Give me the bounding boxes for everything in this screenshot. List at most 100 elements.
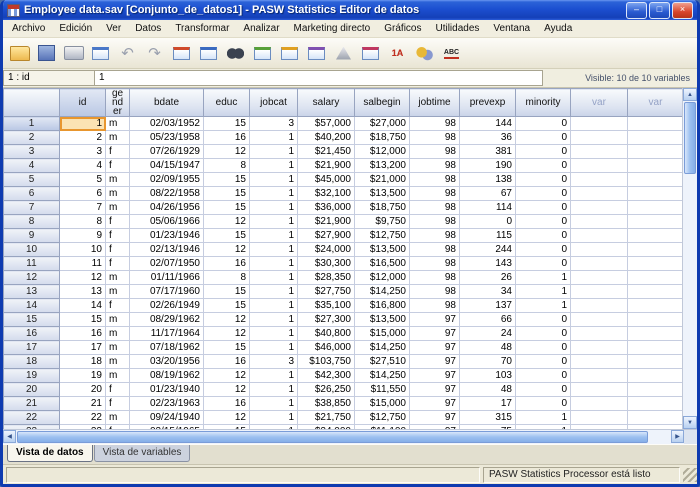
cell[interactable] xyxy=(571,397,628,411)
minimize-button[interactable]: – xyxy=(626,2,647,19)
cell[interactable]: 0 xyxy=(516,383,571,397)
horizontal-scroll-thumb[interactable] xyxy=(17,431,648,443)
cell[interactable]: 1 xyxy=(516,271,571,285)
cell[interactable]: 1 xyxy=(250,313,298,327)
scroll-left-icon[interactable]: ◀ xyxy=(3,430,16,443)
maximize-button[interactable]: □ xyxy=(649,2,670,19)
cell[interactable] xyxy=(628,313,683,327)
cell[interactable]: 17 xyxy=(60,341,106,355)
cell[interactable]: 16 xyxy=(60,327,106,341)
row-header[interactable]: 5 xyxy=(4,173,60,187)
cell[interactable]: 98 xyxy=(410,215,460,229)
cell[interactable]: 3 xyxy=(250,117,298,131)
cell[interactable]: 12 xyxy=(204,145,250,159)
cell[interactable]: 2 xyxy=(60,131,106,145)
cell[interactable]: 98 xyxy=(410,271,460,285)
cell[interactable]: $27,510 xyxy=(355,355,410,369)
horizontal-scroll-track[interactable] xyxy=(16,430,671,444)
value-labels-icon[interactable] xyxy=(385,41,410,66)
undo-icon[interactable] xyxy=(115,41,140,66)
cell[interactable]: 13 xyxy=(60,285,106,299)
cell[interactable] xyxy=(571,313,628,327)
row-header[interactable]: 19 xyxy=(4,369,60,383)
cell[interactable] xyxy=(628,229,683,243)
cell[interactable] xyxy=(571,285,628,299)
cell[interactable]: 0 xyxy=(516,131,571,145)
cell[interactable]: $42,300 xyxy=(298,369,355,383)
cell[interactable]: 190 xyxy=(460,159,516,173)
cell[interactable]: 12 xyxy=(204,383,250,397)
cell[interactable]: 0 xyxy=(516,187,571,201)
cell[interactable] xyxy=(628,285,683,299)
cell[interactable] xyxy=(571,117,628,131)
row-header[interactable]: 17 xyxy=(4,341,60,355)
cell[interactable] xyxy=(628,383,683,397)
cell[interactable]: 34 xyxy=(460,285,516,299)
cell[interactable]: $9,750 xyxy=(355,215,410,229)
cell[interactable]: m xyxy=(106,341,130,355)
cell[interactable]: $103,750 xyxy=(298,355,355,369)
cell[interactable]: 04/26/1956 xyxy=(130,201,204,215)
cell[interactable]: 0 xyxy=(516,397,571,411)
cell[interactable] xyxy=(571,145,628,159)
cell[interactable]: $40,800 xyxy=(298,327,355,341)
cell[interactable]: $13,500 xyxy=(355,243,410,257)
cell[interactable]: f xyxy=(106,243,130,257)
cell[interactable]: 1 xyxy=(250,257,298,271)
cell[interactable]: 1 xyxy=(250,229,298,243)
menu-item-datos[interactable]: Datos xyxy=(128,21,168,36)
row-header[interactable]: 16 xyxy=(4,327,60,341)
cell[interactable] xyxy=(571,257,628,271)
row-header[interactable]: 20 xyxy=(4,383,60,397)
menu-item-transformar[interactable]: Transformar xyxy=(168,21,236,36)
cell[interactable]: 1 xyxy=(250,285,298,299)
cell[interactable]: 15 xyxy=(204,173,250,187)
use-variable-sets-icon[interactable] xyxy=(412,41,437,66)
cell[interactable]: 1 xyxy=(516,411,571,425)
cell[interactable]: $32,100 xyxy=(298,187,355,201)
cell[interactable]: 70 xyxy=(460,355,516,369)
cell[interactable]: 144 xyxy=(460,117,516,131)
cell[interactable]: 08/19/1962 xyxy=(130,369,204,383)
cell[interactable]: 01/11/1966 xyxy=(130,271,204,285)
cell[interactable]: 19 xyxy=(60,369,106,383)
cell[interactable]: 98 xyxy=(410,299,460,313)
save-icon[interactable] xyxy=(34,41,59,66)
cell[interactable]: $26,250 xyxy=(298,383,355,397)
insert-cases-icon[interactable] xyxy=(250,41,275,66)
cell[interactable]: 0 xyxy=(516,313,571,327)
cell[interactable]: 0 xyxy=(516,369,571,383)
cell[interactable]: 8 xyxy=(60,215,106,229)
cell[interactable]: 02/26/1949 xyxy=(130,299,204,313)
cell[interactable]: $27,300 xyxy=(298,313,355,327)
col-var-2[interactable]: var xyxy=(628,89,683,117)
cell[interactable]: m xyxy=(106,131,130,145)
row-header[interactable]: 10 xyxy=(4,243,60,257)
cell[interactable]: 22 xyxy=(60,411,106,425)
cell[interactable]: m xyxy=(106,327,130,341)
cell[interactable]: 97 xyxy=(410,313,460,327)
cell[interactable]: 3 xyxy=(60,145,106,159)
cell[interactable]: 15 xyxy=(60,313,106,327)
cell[interactable]: 0 xyxy=(516,327,571,341)
close-button[interactable]: × xyxy=(672,2,693,19)
row-header[interactable]: 6 xyxy=(4,187,60,201)
cell[interactable]: 0 xyxy=(516,117,571,131)
cell[interactable] xyxy=(571,215,628,229)
cell[interactable]: 12 xyxy=(204,411,250,425)
cell[interactable]: f xyxy=(106,145,130,159)
cell[interactable]: 97 xyxy=(410,369,460,383)
col-var-1[interactable]: var xyxy=(571,89,628,117)
cell[interactable] xyxy=(571,187,628,201)
cell[interactable] xyxy=(571,383,628,397)
cell[interactable]: $28,350 xyxy=(298,271,355,285)
cell[interactable] xyxy=(628,215,683,229)
cell[interactable]: $40,200 xyxy=(298,131,355,145)
cell[interactable] xyxy=(628,327,683,341)
cell[interactable]: 97 xyxy=(410,411,460,425)
cell[interactable] xyxy=(628,145,683,159)
cell[interactable] xyxy=(628,411,683,425)
cell[interactable]: 0 xyxy=(516,243,571,257)
cell[interactable]: 15 xyxy=(204,299,250,313)
cell[interactable]: 15 xyxy=(204,117,250,131)
